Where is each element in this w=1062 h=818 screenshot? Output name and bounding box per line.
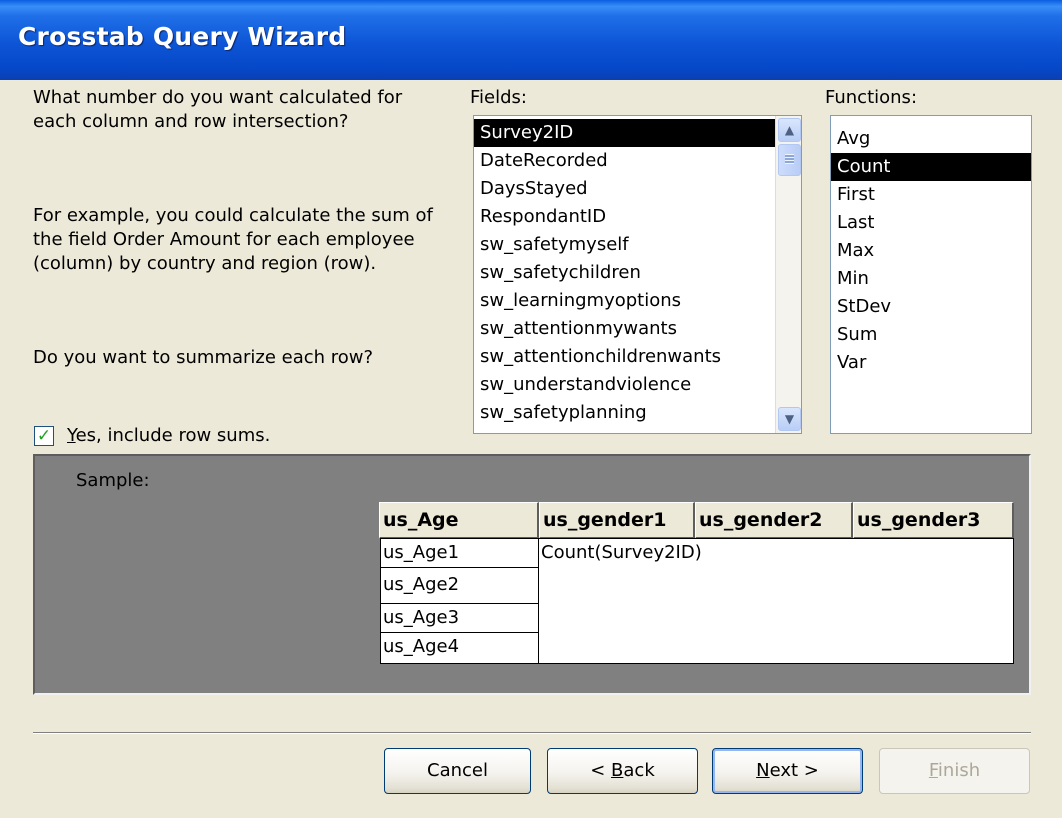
sample-row-cell: us_Age1 bbox=[380, 538, 539, 568]
next-button-label: ext > bbox=[769, 760, 819, 781]
scroll-thumb[interactable] bbox=[778, 144, 801, 176]
row-sums-label-mnemonic: Y bbox=[67, 425, 76, 446]
field-item[interactable]: sw_attentionmywants bbox=[474, 315, 775, 343]
finish-button[interactable]: Finish bbox=[879, 748, 1030, 794]
function-item[interactable]: Last bbox=[831, 209, 1031, 237]
window-title: Crosstab Query Wizard bbox=[18, 22, 347, 51]
functions-list: Avg Count First Last Max Min StDev Sum V… bbox=[831, 125, 1031, 377]
functions-label: Functions: bbox=[825, 87, 918, 108]
finish-button-label: inish bbox=[937, 760, 981, 781]
back-button-label-rest: ack bbox=[623, 760, 655, 781]
field-item[interactable]: sw_safetymyself bbox=[474, 231, 775, 259]
row-sums-label-rest: es, include row sums. bbox=[75, 425, 271, 446]
field-item[interactable]: DaysStayed bbox=[474, 175, 775, 203]
field-item[interactable]: sw_safetyplanning bbox=[474, 399, 775, 427]
sample-column-header: us_gender2 bbox=[695, 502, 853, 539]
fields-listbox[interactable]: Survey2ID DateRecorded DaysStayed Respon… bbox=[473, 115, 802, 434]
functions-listbox[interactable]: Avg Count First Last Max Min StDev Sum V… bbox=[830, 115, 1032, 434]
field-item[interactable]: DateRecorded bbox=[474, 147, 775, 175]
question-text: What number do you want calculated for e… bbox=[33, 87, 403, 132]
function-item[interactable]: Sum bbox=[831, 321, 1031, 349]
field-item[interactable]: sw_understandviolence bbox=[474, 371, 775, 399]
back-button-mnemonic: B bbox=[611, 760, 624, 781]
scroll-up-icon[interactable]: ▲ bbox=[778, 118, 801, 142]
finish-button-mnemonic: F bbox=[928, 760, 938, 781]
function-item[interactable]: Avg bbox=[831, 125, 1031, 153]
scroll-down-icon[interactable]: ▼ bbox=[778, 407, 801, 431]
fields-list: Survey2ID DateRecorded DaysStayed Respon… bbox=[474, 119, 775, 427]
sample-value-cell: Count(Survey2ID) bbox=[538, 538, 1014, 664]
title-bar[interactable]: Crosstab Query Wizard bbox=[0, 0, 1062, 80]
field-item[interactable]: sw_learningmyoptions bbox=[474, 287, 775, 315]
sample-row-cell: us_Age2 bbox=[380, 567, 539, 604]
fields-scrollbar[interactable]: ▲ ▼ bbox=[775, 116, 801, 433]
row-sums-label[interactable]: Yes, include row sums. bbox=[67, 424, 270, 448]
sample-column-header: us_gender3 bbox=[853, 502, 1014, 539]
sample-column-header: us_gender1 bbox=[539, 502, 695, 539]
example-text: For example, you could calculate the sum… bbox=[33, 205, 433, 274]
function-item[interactable]: Max bbox=[831, 237, 1031, 265]
checkmark-icon: ✓ bbox=[36, 426, 52, 446]
function-item[interactable]: Count bbox=[831, 153, 1031, 181]
sample-row-header: us_Age bbox=[379, 502, 539, 539]
separator bbox=[33, 732, 1031, 734]
function-item[interactable]: First bbox=[831, 181, 1031, 209]
row-sums-checkbox[interactable]: ✓ bbox=[34, 426, 54, 446]
sample-row-cell: us_Age4 bbox=[380, 632, 539, 664]
summarize-question-text: Do you want to summarize each row? bbox=[33, 347, 374, 368]
field-item[interactable]: sw_safetychildren bbox=[474, 259, 775, 287]
back-button[interactable]: < Back bbox=[547, 748, 698, 794]
cancel-button[interactable]: Cancel bbox=[384, 748, 531, 794]
function-item[interactable]: Var bbox=[831, 349, 1031, 377]
back-button-label: < bbox=[590, 760, 612, 781]
field-item[interactable]: RespondantID bbox=[474, 203, 775, 231]
sample-row-cell: us_Age3 bbox=[380, 603, 539, 633]
sample-label: Sample: bbox=[76, 470, 150, 491]
next-button[interactable]: Next > bbox=[712, 748, 863, 794]
function-item[interactable]: StDev bbox=[831, 293, 1031, 321]
field-item[interactable]: Survey2ID bbox=[474, 119, 775, 147]
function-item[interactable]: Min bbox=[831, 265, 1031, 293]
next-button-mnemonic: N bbox=[756, 760, 770, 781]
field-item[interactable]: sw_attentionchildrenwants bbox=[474, 343, 775, 371]
crosstab-query-wizard-window: Crosstab Query Wizard What number do you… bbox=[0, 0, 1062, 818]
fields-label: Fields: bbox=[470, 87, 527, 108]
